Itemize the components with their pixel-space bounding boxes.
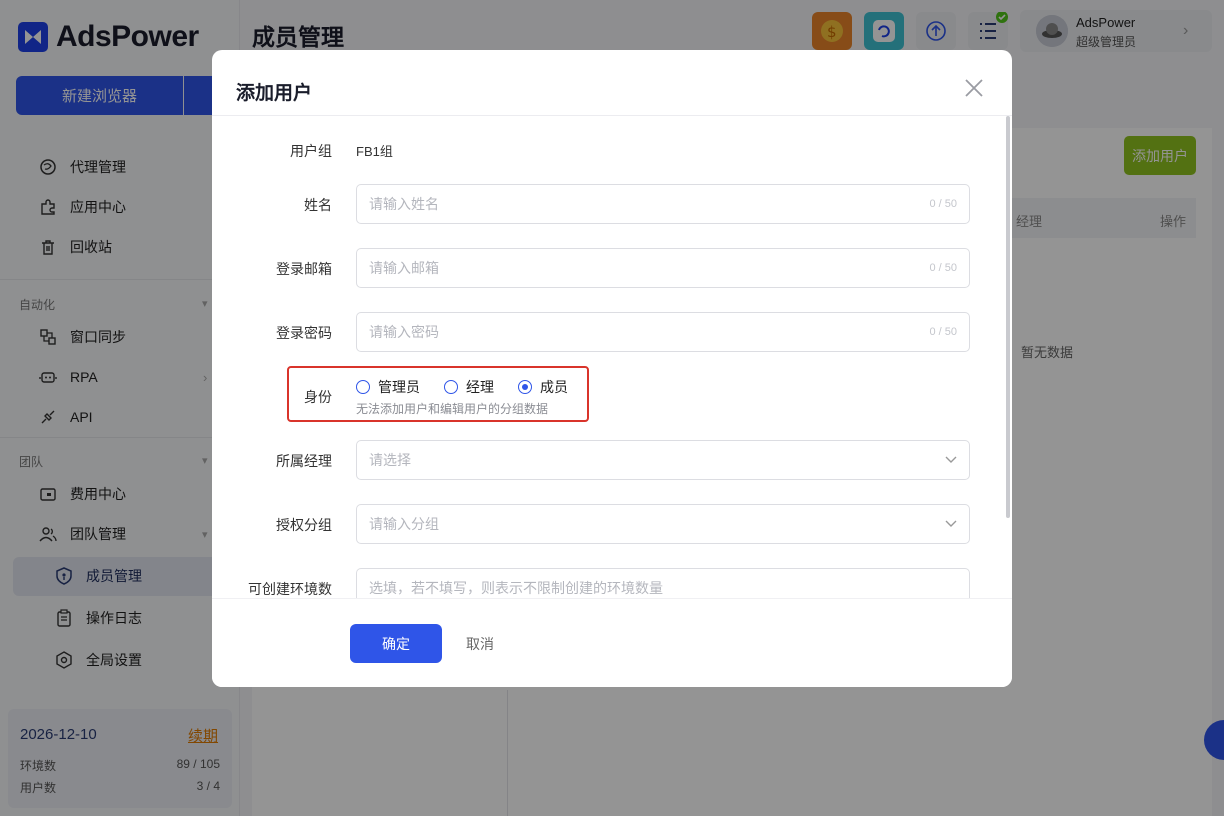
dialog-title: 添加用户 — [236, 83, 313, 104]
env-limit-placeholder: 选填，若不填写，则表示不限制创建的环境数量 — [369, 580, 663, 596]
confirm-button[interactable]: 确定 — [350, 624, 442, 663]
email-counter: 0 / 50 — [929, 262, 957, 274]
group-auth-select[interactable]: 请输入分组 — [356, 504, 970, 544]
radio-icon — [356, 380, 370, 394]
email-input[interactable]: 请输入邮箱 0 / 50 — [356, 248, 970, 288]
password-placeholder: 请输入密码 — [369, 324, 439, 340]
manager-select[interactable]: 请选择 — [356, 440, 970, 480]
email-placeholder: 请输入邮箱 — [369, 260, 439, 276]
manager-label: 所属经理 — [276, 453, 332, 469]
dialog-footer — [212, 598, 1012, 687]
chevron-down-icon — [945, 517, 957, 531]
divider — [212, 115, 1012, 116]
password-input[interactable]: 请输入密码 0 / 50 — [356, 312, 970, 352]
close-icon[interactable] — [962, 76, 986, 100]
group-value: FB1组 — [356, 144, 393, 159]
divider — [212, 598, 1012, 599]
manager-placeholder: 请选择 — [369, 452, 411, 468]
role-option-label: 经理 — [466, 379, 494, 395]
chevron-down-icon — [945, 453, 957, 467]
role-hint: 无法添加用户和编辑用户的分组数据 — [356, 402, 549, 416]
name-counter: 0 / 50 — [929, 198, 957, 210]
name-label: 姓名 — [304, 197, 332, 213]
group-auth-placeholder: 请输入分组 — [369, 516, 439, 532]
scrollbar[interactable] — [1006, 116, 1010, 518]
add-user-dialog: 添加用户 用户组 FB1组 姓名 请输入姓名 0 / 50 登录邮箱 请输入邮箱… — [212, 50, 1012, 687]
radio-icon — [444, 380, 458, 394]
email-label: 登录邮箱 — [276, 261, 332, 277]
role-radio-manager[interactable]: 经理 — [444, 377, 494, 397]
radio-selected-icon — [518, 380, 532, 394]
role-radio-member[interactable]: 成员 — [518, 377, 568, 397]
group-auth-label: 授权分组 — [276, 517, 332, 533]
role-radio-admin[interactable]: 管理员 — [356, 377, 420, 397]
name-placeholder: 请输入姓名 — [369, 196, 439, 212]
password-label: 登录密码 — [276, 325, 332, 341]
role-option-label: 管理员 — [378, 379, 420, 395]
env-limit-label: 可创建环境数 — [248, 581, 332, 597]
cancel-button[interactable]: 取消 — [466, 634, 494, 654]
name-input[interactable]: 请输入姓名 0 / 50 — [356, 184, 970, 224]
group-label: 用户组 — [290, 143, 332, 159]
role-option-label: 成员 — [540, 379, 568, 395]
role-label: 身份 — [304, 389, 332, 405]
password-counter: 0 / 50 — [929, 326, 957, 338]
